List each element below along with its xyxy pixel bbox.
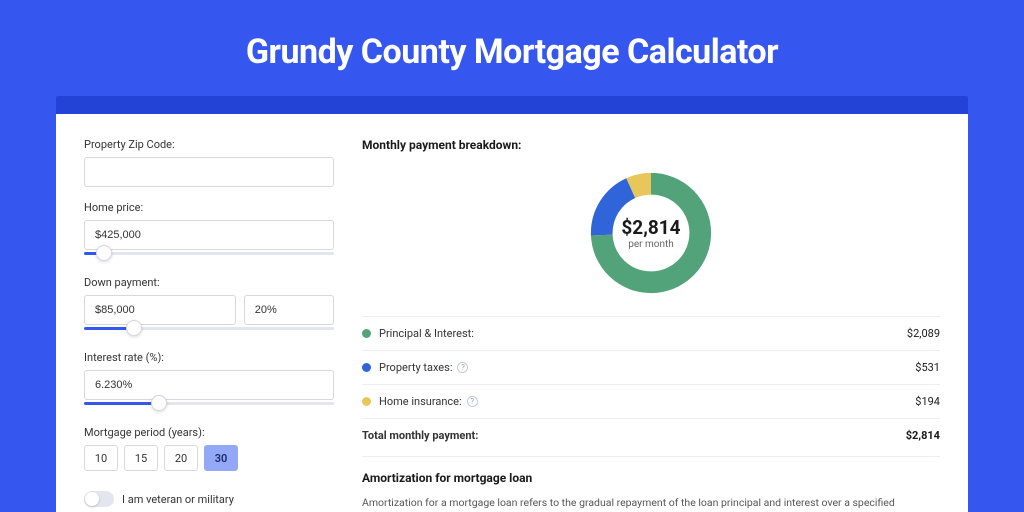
breakdown-title: Monthly payment breakdown: — [362, 138, 940, 152]
veteran-toggle-label: I am veteran or military — [122, 493, 234, 506]
period-btn-20[interactable]: 20 — [164, 445, 198, 471]
amortization-heading: Amortization for mortgage loan — [362, 471, 940, 485]
home-price-label: Home price: — [84, 201, 334, 214]
field-zip: Property Zip Code: — [84, 138, 334, 187]
legend-label: Principal & Interest: — [379, 327, 474, 340]
interest-rate-slider[interactable] — [84, 398, 334, 412]
amortization-section: Amortization for mortgage loan Amortizat… — [362, 456, 940, 511]
mortgage-period-options: 10 15 20 30 — [84, 445, 334, 471]
inputs-column: Property Zip Code: Home price: Down paym… — [84, 138, 334, 490]
total-value: $2,814 — [906, 429, 940, 442]
calculator-card: Property Zip Code: Home price: Down paym… — [56, 114, 968, 512]
info-icon[interactable]: ? — [467, 396, 478, 407]
info-icon[interactable]: ? — [457, 362, 468, 373]
down-payment-input[interactable] — [84, 295, 236, 325]
down-payment-slider-thumb[interactable] — [126, 320, 142, 336]
legend-value: $194 — [915, 395, 940, 408]
zip-label: Property Zip Code: — [84, 138, 334, 151]
amortization-body: Amortization for a mortgage loan refers … — [362, 495, 940, 511]
donut-zone: $2,814 per month — [362, 162, 940, 316]
zip-input[interactable] — [84, 157, 334, 187]
field-mortgage-period: Mortgage period (years): 10 15 20 30 — [84, 426, 334, 471]
interest-rate-slider-thumb[interactable] — [151, 395, 167, 411]
mortgage-period-label: Mortgage period (years): — [84, 426, 334, 439]
donut-chart: $2,814 per month — [586, 168, 716, 298]
interest-rate-slider-fill — [84, 402, 159, 405]
donut-center-amount: $2,814 — [621, 216, 680, 239]
dot-icon — [362, 363, 371, 372]
home-price-slider-thumb[interactable] — [96, 245, 112, 261]
tabs-strip — [56, 96, 968, 114]
veteran-toggle-row: I am veteran or military — [84, 491, 334, 507]
legend-value: $531 — [915, 361, 940, 374]
dot-icon — [362, 329, 371, 338]
legend-row-home-insurance: Home insurance: ? $194 — [362, 385, 940, 419]
legend: Principal & Interest: $2,089 Property ta… — [362, 316, 940, 452]
interest-rate-label: Interest rate (%): — [84, 351, 334, 364]
legend-label: Property taxes: — [379, 361, 452, 374]
interest-rate-input[interactable] — [84, 370, 334, 400]
field-home-price: Home price: — [84, 201, 334, 262]
period-btn-30[interactable]: 30 — [204, 445, 238, 471]
dot-icon — [362, 397, 371, 406]
period-btn-15[interactable]: 15 — [124, 445, 158, 471]
home-price-slider[interactable] — [84, 248, 334, 262]
legend-row-principal-interest: Principal & Interest: $2,089 — [362, 317, 940, 351]
legend-row-property-taxes: Property taxes: ? $531 — [362, 351, 940, 385]
page-header: Grundy County Mortgage Calculator — [0, 0, 1024, 96]
veteran-toggle-knob — [85, 492, 99, 506]
legend-row-total: Total monthly payment: $2,814 — [362, 419, 940, 452]
total-label: Total monthly payment: — [362, 429, 478, 442]
donut-center-sub: per month — [628, 239, 674, 250]
home-price-input[interactable] — [84, 220, 334, 250]
page-title: Grundy County Mortgage Calculator — [0, 32, 1024, 72]
down-payment-pct-input[interactable] — [244, 295, 334, 325]
veteran-toggle[interactable] — [84, 491, 114, 507]
down-payment-slider[interactable] — [84, 323, 334, 337]
legend-value: $2,089 — [907, 327, 940, 340]
field-interest-rate: Interest rate (%): — [84, 351, 334, 412]
breakdown-column: Monthly payment breakdown: $2,814 per mo… — [362, 138, 940, 490]
down-payment-label: Down payment: — [84, 276, 334, 289]
period-btn-10[interactable]: 10 — [84, 445, 118, 471]
donut-center: $2,814 per month — [586, 168, 716, 298]
field-down-payment: Down payment: — [84, 276, 334, 337]
legend-label: Home insurance: — [379, 395, 462, 408]
